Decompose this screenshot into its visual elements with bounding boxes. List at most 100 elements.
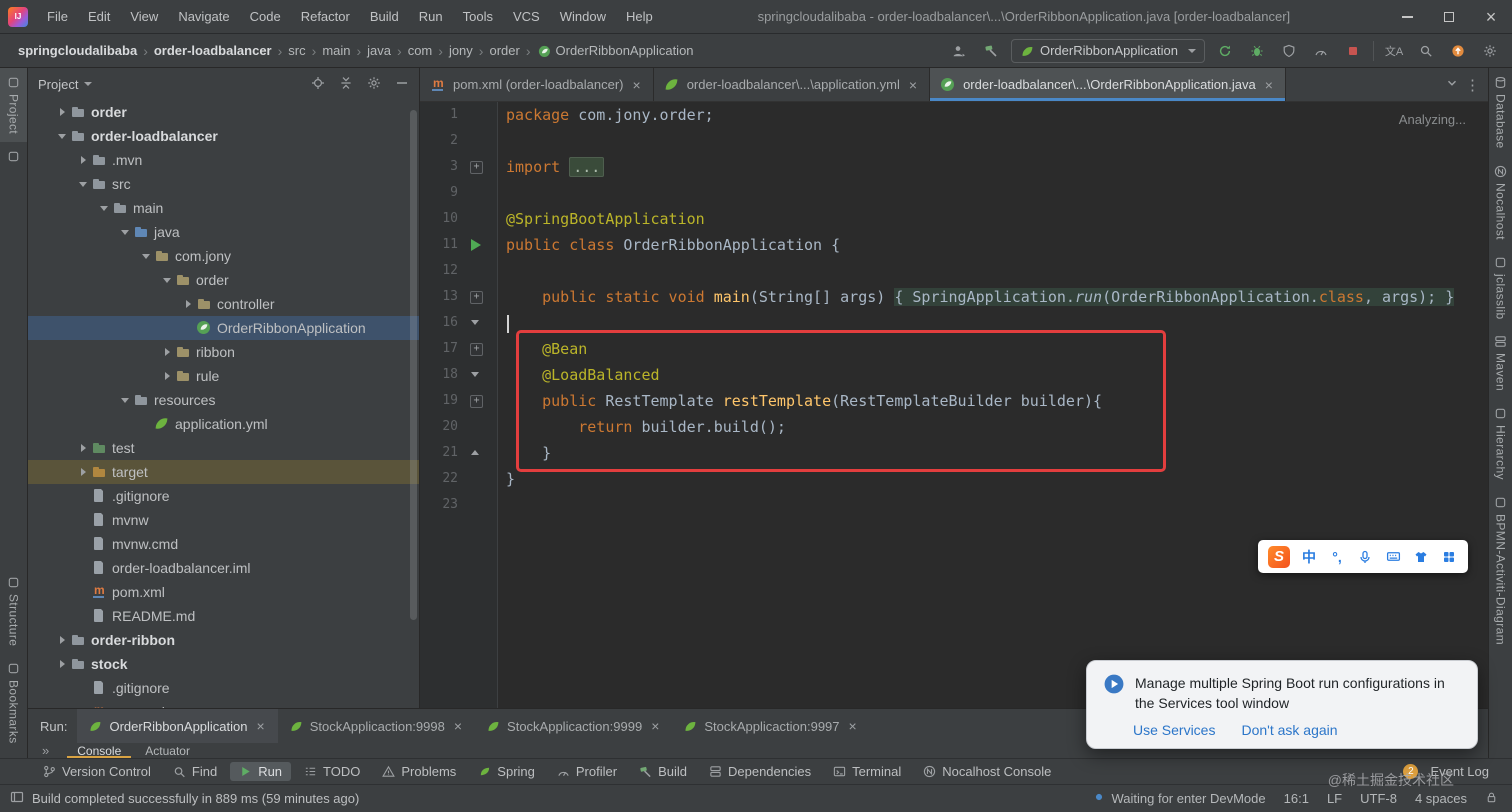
- toolbar-terminal-button[interactable]: Terminal: [824, 762, 910, 781]
- close-tab-icon[interactable]: [847, 719, 859, 733]
- fold-marker-icon[interactable]: [466, 310, 498, 336]
- chevron-down-icon[interactable]: [75, 176, 91, 192]
- tree-item-target[interactable]: target: [28, 460, 419, 484]
- tree-item-pom-xml[interactable]: pom.xml: [28, 700, 419, 708]
- tree-item-order[interactable]: order: [28, 100, 419, 124]
- toolbar-run-button[interactable]: Run: [230, 762, 292, 781]
- stripe-database-button[interactable]: Database: [1489, 68, 1512, 157]
- tree-item-stock[interactable]: stock: [28, 652, 419, 676]
- search-icon[interactable]: [1414, 39, 1438, 63]
- close-tab-icon[interactable]: [907, 78, 919, 92]
- use-services-link[interactable]: Use Services: [1133, 722, 1215, 738]
- run-tab-stockapplicaction-9998[interactable]: StockApplicaction:9998: [278, 709, 475, 743]
- fold-marker-icon[interactable]: [466, 336, 498, 362]
- run-config-selector[interactable]: OrderRibbonApplication: [1010, 38, 1205, 63]
- keyboard-icon[interactable]: [1384, 548, 1402, 566]
- event-log-button[interactable]: 2 Event Log: [1394, 762, 1498, 781]
- toolbar-nocalhost-console-button[interactable]: Nocalhost Console: [914, 762, 1060, 781]
- menu-refactor[interactable]: Refactor: [292, 5, 359, 28]
- gear-icon[interactable]: [1478, 39, 1502, 63]
- stripe-folder-button[interactable]: [0, 142, 27, 171]
- tree-item-main[interactable]: main: [28, 196, 419, 220]
- tree-item-pom-xml[interactable]: pom.xml: [28, 580, 419, 604]
- editor-tab-pom-xml-order-loadbalancer[interactable]: pom.xml (order-loadbalancer): [420, 68, 654, 101]
- line-separator[interactable]: LF: [1327, 791, 1342, 806]
- toolbar-version-control-button[interactable]: Version Control: [34, 762, 160, 781]
- toolbar-todo-button[interactable]: TODO: [295, 762, 369, 781]
- breadcrumb-springcloudalibaba[interactable]: springcloudalibaba: [14, 40, 141, 61]
- user-icon[interactable]: [947, 39, 971, 63]
- file-encoding[interactable]: UTF-8: [1360, 791, 1397, 806]
- breadcrumb-com[interactable]: com: [404, 40, 437, 61]
- tree-item-mvnw-cmd[interactable]: mvnw.cmd: [28, 532, 419, 556]
- editor-tab-order-loadbalancer-orderribbonapplication-[interactable]: order-loadbalancer\...\OrderRibbonApplic…: [930, 68, 1286, 101]
- window-toggle-icon[interactable]: [10, 790, 24, 807]
- chevron-down-icon[interactable]: [138, 248, 154, 264]
- stripe-hierarchy-button[interactable]: Hierarchy: [1489, 399, 1512, 488]
- menu-window[interactable]: Window: [551, 5, 615, 28]
- stripe-jclasslib-button[interactable]: jclasslib: [1489, 248, 1512, 328]
- fold-marker-icon[interactable]: [466, 284, 498, 310]
- sogou-input-bar[interactable]: S 中 °,: [1258, 540, 1468, 573]
- chevron-right-icon[interactable]: [75, 464, 91, 480]
- toolbar-find-button[interactable]: Find: [164, 762, 226, 781]
- chevron-down-icon[interactable]: [117, 224, 133, 240]
- build-hammer-icon[interactable]: [979, 39, 1003, 63]
- tree-item-controller[interactable]: controller: [28, 292, 419, 316]
- stripe-maven-button[interactable]: Maven: [1489, 327, 1512, 399]
- gear-icon[interactable]: [367, 76, 381, 93]
- devmode-icon[interactable]: [1446, 39, 1470, 63]
- tree-item-order-ribbon[interactable]: order-ribbon: [28, 628, 419, 652]
- run-tab-stockapplicaction-9997[interactable]: StockApplicaction:9997: [672, 709, 869, 743]
- close-tab-icon[interactable]: [452, 719, 464, 733]
- stripe-bpmn-activiti-diagram-button[interactable]: BPMN-Activiti-Diagram: [1489, 488, 1512, 653]
- chevron-right-icon[interactable]: [180, 296, 196, 312]
- fold-marker-icon[interactable]: [466, 154, 498, 180]
- tree-item-ribbon[interactable]: ribbon: [28, 340, 419, 364]
- punctuation-icon[interactable]: °,: [1328, 548, 1346, 566]
- tree-item-readme-md[interactable]: README.md: [28, 604, 419, 628]
- run-tab-stockapplicaction-9999[interactable]: StockApplicaction:9999: [475, 709, 672, 743]
- fold-marker-icon[interactable]: [466, 362, 498, 388]
- tree-item-mvnw[interactable]: mvnw: [28, 508, 419, 532]
- tree-item-java[interactable]: java: [28, 220, 419, 244]
- chevron-down-icon[interactable]: [117, 392, 133, 408]
- stripe-structure-button[interactable]: Structure: [0, 568, 27, 654]
- chevron-right-icon[interactable]: [75, 440, 91, 456]
- menu-code[interactable]: Code: [241, 5, 290, 28]
- fold-marker-icon[interactable]: [466, 388, 498, 414]
- tree-item-gitignore[interactable]: .gitignore: [28, 676, 419, 700]
- minimize-button[interactable]: [1386, 0, 1428, 33]
- profiler-icon[interactable]: [1309, 39, 1333, 63]
- readonly-lock-icon[interactable]: [1485, 791, 1498, 807]
- sogou-logo-icon[interactable]: S: [1268, 545, 1290, 568]
- dont-ask-again-link[interactable]: Don't ask again: [1241, 722, 1337, 738]
- menu-navigate[interactable]: Navigate: [169, 5, 238, 28]
- chevron-right-icon[interactable]: [159, 368, 175, 384]
- tree-item-order-loadbalancer[interactable]: order-loadbalancer: [28, 124, 419, 148]
- tree-item-order-loadbalancer-iml[interactable]: order-loadbalancer.iml: [28, 556, 419, 580]
- breadcrumb-java[interactable]: java: [363, 40, 395, 61]
- tree-item-com-jony[interactable]: com.jony: [28, 244, 419, 268]
- run-tab-orderribbonapplication[interactable]: OrderRibbonApplication: [77, 709, 278, 743]
- locate-file-icon[interactable]: [311, 76, 325, 93]
- chevron-down-icon[interactable]: [159, 272, 175, 288]
- chevron-down-icon[interactable]: [96, 200, 112, 216]
- stripe-nocalhost-button[interactable]: Nocalhost: [1489, 157, 1512, 248]
- menu-file[interactable]: File: [38, 5, 77, 28]
- maximize-button[interactable]: [1428, 0, 1470, 33]
- debug-icon[interactable]: [1245, 39, 1269, 63]
- status-message[interactable]: Build completed successfully in 889 ms (…: [32, 791, 359, 806]
- toolbar-profiler-button[interactable]: Profiler: [548, 762, 626, 781]
- menu-view[interactable]: View: [121, 5, 167, 28]
- indent-config[interactable]: 4 spaces: [1415, 791, 1467, 806]
- breadcrumb-orderribbonapplication[interactable]: OrderRibbonApplication: [533, 40, 698, 61]
- toolbar-problems-button[interactable]: Problems: [373, 762, 465, 781]
- toolbar-dependencies-button[interactable]: Dependencies: [700, 762, 820, 781]
- tree-item-test[interactable]: test: [28, 436, 419, 460]
- translate-icon[interactable]: 文A: [1382, 39, 1406, 63]
- close-tab-icon[interactable]: [649, 719, 661, 733]
- rerun-icon[interactable]: [1213, 39, 1237, 63]
- caret-position[interactable]: 16:1: [1284, 791, 1309, 806]
- project-scrollbar[interactable]: [410, 110, 417, 620]
